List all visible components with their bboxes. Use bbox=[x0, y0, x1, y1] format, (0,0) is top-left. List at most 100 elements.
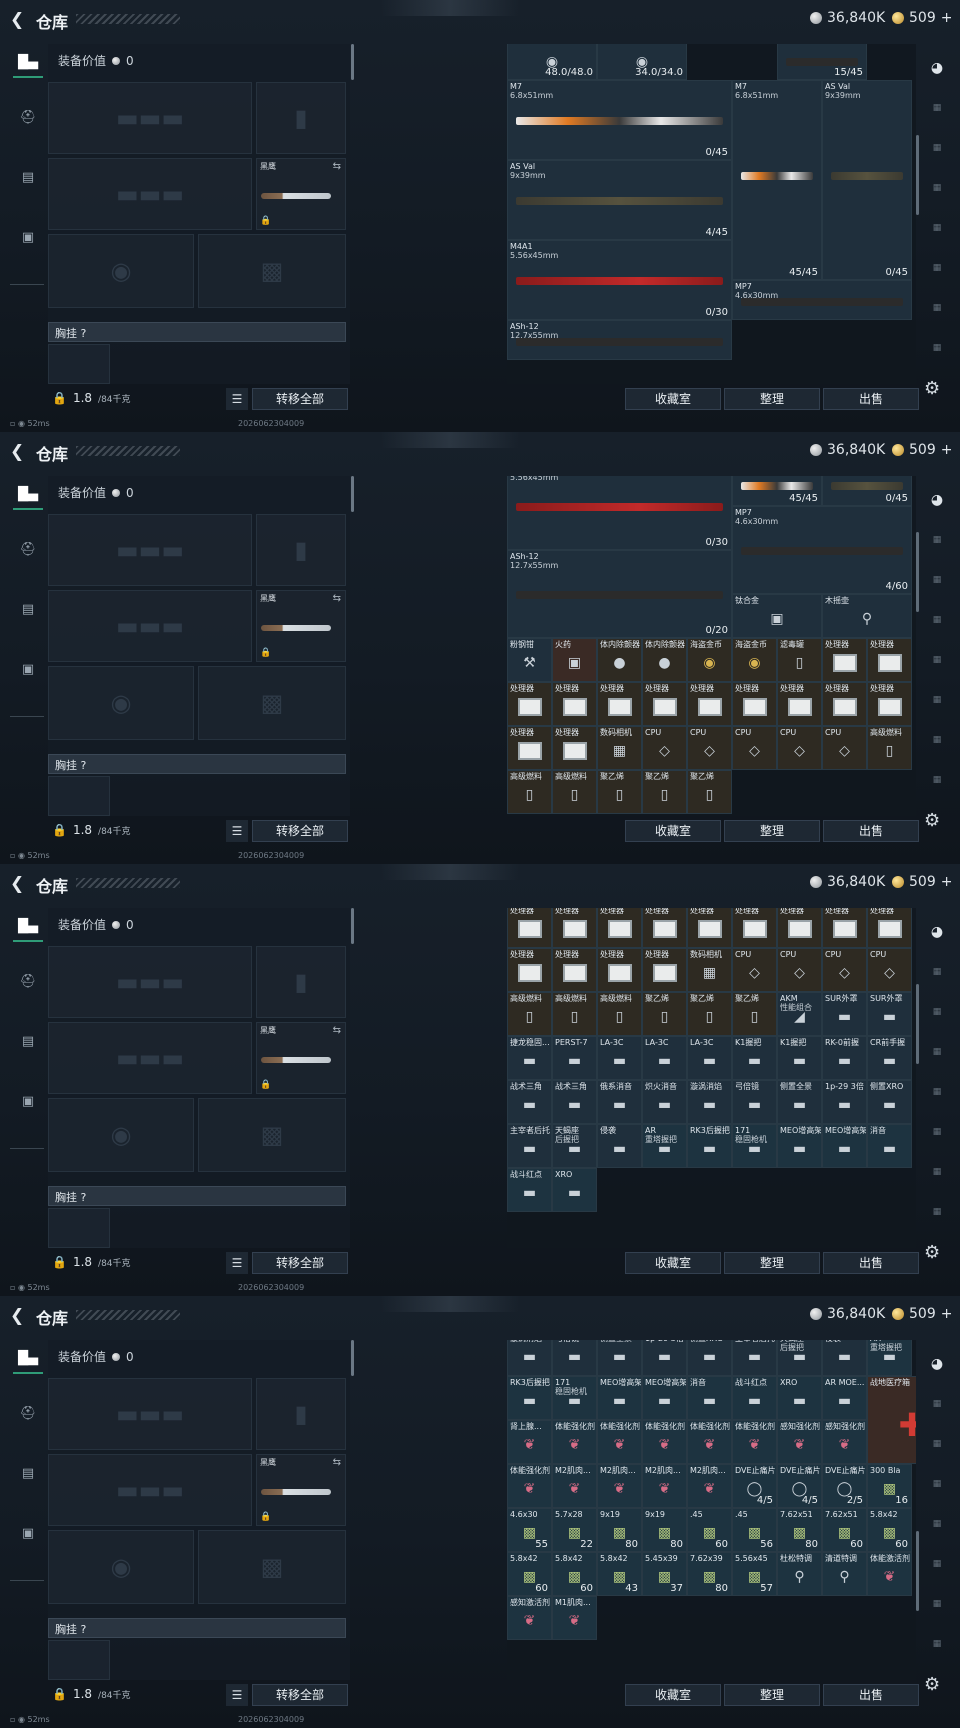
inventory-item[interactable]: SUR外罩 ▬ bbox=[867, 992, 912, 1036]
inventory-item[interactable]: 高级燃料 ▯ bbox=[552, 992, 597, 1036]
collection-room-button[interactable]: 收藏室 bbox=[625, 1684, 721, 1706]
inventory-item[interactable]: M7 6.8x51mm 0/45 bbox=[507, 80, 732, 160]
inventory-item[interactable]: 5.8x42 ▩ 43 bbox=[597, 1552, 642, 1596]
inventory-item[interactable]: 战斗红点 ▬ bbox=[732, 1376, 777, 1420]
inventory-item[interactable]: 处理器 bbox=[687, 908, 732, 948]
inventory-item[interactable]: 171 稳固枪机 ▬ bbox=[552, 1376, 597, 1420]
inventory-item[interactable]: 9x19 ▩ 80 bbox=[597, 1508, 642, 1552]
inventory-item[interactable]: 消音 ▬ bbox=[687, 1376, 732, 1420]
equipment-scrollbar[interactable] bbox=[351, 44, 354, 80]
inventory-item[interactable]: 处理器 bbox=[507, 726, 552, 770]
inventory-item[interactable]: 1p-29 3倍 ▬ bbox=[642, 1340, 687, 1376]
inventory-item[interactable]: 5.8x42 ▩ 60 bbox=[507, 1552, 552, 1596]
arrange-button[interactable]: 整理 bbox=[724, 1252, 820, 1274]
inventory-item[interactable]: 体能强化剂 ❦ bbox=[597, 1420, 642, 1464]
inventory-item[interactable]: RK-0前握 ▬ bbox=[822, 1036, 867, 1080]
collection-room-button[interactable]: 收藏室 bbox=[625, 388, 721, 410]
inventory-item[interactable]: M2肌肉... ❦ bbox=[552, 1464, 597, 1508]
sell-button[interactable]: 出售 bbox=[823, 1252, 919, 1274]
tab-armor[interactable]: ⛑ bbox=[13, 1398, 43, 1428]
inventory-item[interactable]: 感知强化剂 ❦ bbox=[822, 1420, 867, 1464]
inventory-item[interactable]: M4A15.56x45mm 0/30 bbox=[507, 240, 732, 320]
equipment-scrollbar[interactable] bbox=[351, 908, 354, 944]
inventory-item[interactable]: 主宰者后托 ▬ bbox=[732, 1340, 777, 1376]
slot-icon[interactable]: ▦ bbox=[925, 1552, 949, 1576]
secondary-weapon-slot[interactable]: ▬▬▬ bbox=[48, 1454, 252, 1526]
storage-icon[interactable]: ◕ bbox=[925, 920, 949, 944]
inventory-item[interactable]: 肾上腺... ❦ bbox=[507, 1420, 552, 1464]
inventory-item[interactable]: 海盗金币 ◉ bbox=[687, 638, 732, 682]
slot-icon[interactable]: ▦ bbox=[925, 1040, 949, 1064]
inventory-item[interactable]: ◉ 34.0/34.0 bbox=[597, 44, 687, 80]
inventory-item[interactable]: 处理器 bbox=[867, 638, 912, 682]
back-arrow-icon[interactable]: ❮ bbox=[10, 442, 24, 462]
inventory-item[interactable]: 侧置全景 ▬ bbox=[777, 1080, 822, 1124]
inventory-item[interactable]: CPU ◇ bbox=[732, 726, 777, 770]
slot-icon[interactable]: ▦ bbox=[925, 176, 949, 200]
transfer-all-button[interactable]: 转移全部 bbox=[252, 1252, 348, 1274]
inventory-item[interactable]: 处理器 bbox=[552, 726, 597, 770]
inventory-item[interactable]: AKM 性能组合 ◢ bbox=[777, 992, 822, 1036]
slot-icon[interactable]: ▦ bbox=[925, 648, 949, 672]
slot-icon[interactable]: ▦ bbox=[925, 688, 949, 712]
inventory-item[interactable]: 聚乙烯 ▯ bbox=[687, 992, 732, 1036]
swap-icon[interactable]: ⇆ bbox=[333, 161, 341, 172]
inventory-item[interactable]: 高级燃料 ▯ bbox=[552, 770, 597, 814]
inventory-item[interactable]: .45 ▩ 60 bbox=[687, 1508, 732, 1552]
inventory-item[interactable]: 处理器 bbox=[642, 908, 687, 948]
inventory-item[interactable]: AS Val 9x39mm 4/45 bbox=[507, 160, 732, 240]
back-arrow-icon[interactable]: ❮ bbox=[10, 874, 24, 894]
tab-backpack[interactable]: ▤ bbox=[13, 1458, 43, 1488]
inventory-item[interactable]: 处理器 bbox=[867, 908, 912, 948]
inventory-item[interactable]: 木摇壶 ⚲ bbox=[822, 594, 912, 638]
inventory-item[interactable]: SUR外罩 ▬ bbox=[822, 992, 867, 1036]
transfer-all-button[interactable]: 转移全部 bbox=[252, 1684, 348, 1706]
inventory-item[interactable]: 聚乙烯 ▯ bbox=[642, 770, 687, 814]
inventory-item[interactable]: 聚乙烯 ▯ bbox=[597, 770, 642, 814]
inventory-item[interactable]: 处理器 bbox=[822, 638, 867, 682]
slot-icon[interactable]: ▦ bbox=[925, 728, 949, 752]
arrange-button[interactable]: 整理 bbox=[724, 820, 820, 842]
slot-icon[interactable]: ▦ bbox=[925, 568, 949, 592]
inventory-item[interactable]: AR重塔握把▬ bbox=[867, 1340, 912, 1376]
inventory-item[interactable]: 战术三角 ▬ bbox=[507, 1080, 552, 1124]
slot-icon[interactable]: ▦ bbox=[925, 1592, 949, 1616]
inventory-item[interactable]: AR重塔握把▬ bbox=[642, 1124, 687, 1168]
primary-weapon-slot[interactable]: ▬▬▬ bbox=[48, 82, 252, 154]
tab-weapons[interactable]: █▄ bbox=[13, 480, 43, 510]
inventory-item[interactable]: 高级燃料 ▯ bbox=[597, 992, 642, 1036]
inventory-item[interactable]: 45/45 bbox=[732, 476, 822, 506]
inventory-item[interactable]: CPU ◇ bbox=[777, 948, 822, 992]
equipment-scrollbar[interactable] bbox=[351, 1340, 354, 1376]
inventory-item[interactable]: 处理器 bbox=[597, 682, 642, 726]
inventory-item[interactable]: 处理器 bbox=[642, 682, 687, 726]
back-arrow-icon[interactable]: ❮ bbox=[10, 10, 24, 30]
help-icon[interactable]: ? bbox=[81, 1623, 87, 1636]
slot-icon[interactable]: ▦ bbox=[925, 216, 949, 240]
list-icon[interactable]: ☰ bbox=[226, 1684, 248, 1706]
slot-icon[interactable]: ▦ bbox=[925, 1432, 949, 1456]
inventory-item[interactable]: 侧置XRO ▬ bbox=[687, 1340, 732, 1376]
helmet-slot[interactable]: ◉ bbox=[48, 234, 194, 308]
secondary-weapon-slot[interactable]: ▬▬▬ bbox=[48, 158, 252, 230]
inventory-item[interactable]: XRO ▬ bbox=[777, 1376, 822, 1420]
slot-icon[interactable]: ▦ bbox=[925, 1632, 949, 1656]
inventory-item[interactable]: CPU ◇ bbox=[732, 948, 777, 992]
inventory-item[interactable]: LA-3C ▬ bbox=[642, 1036, 687, 1080]
storage-icon[interactable]: ◕ bbox=[925, 56, 949, 80]
inventory-item[interactable]: 5.8x42 ▩ 60 bbox=[552, 1552, 597, 1596]
equipment-scrollbar[interactable] bbox=[351, 476, 354, 512]
transfer-all-button[interactable]: 转移全部 bbox=[252, 820, 348, 842]
inventory-item[interactable]: 钛合金 ▣ bbox=[732, 594, 822, 638]
inventory-item[interactable]: 滤毒罐 ▯ bbox=[777, 638, 822, 682]
armor-slot[interactable]: ▩ bbox=[198, 666, 346, 740]
inventory-item[interactable]: ASh-12 12.7x55mm bbox=[507, 320, 732, 360]
transfer-all-button[interactable]: 转移全部 bbox=[252, 388, 348, 410]
sell-button[interactable]: 出售 bbox=[823, 388, 919, 410]
inventory-item[interactable]: 5.56x45 ▩ 57 bbox=[732, 1552, 777, 1596]
add-gold-button[interactable]: + bbox=[941, 10, 953, 26]
inventory-item[interactable]: M2肌肉... ❦ bbox=[597, 1464, 642, 1508]
sell-button[interactable]: 出售 bbox=[823, 1684, 919, 1706]
inventory-item[interactable]: 处理器 bbox=[597, 948, 642, 992]
inventory-item[interactable]: 海盗金币 ◉ bbox=[732, 638, 777, 682]
